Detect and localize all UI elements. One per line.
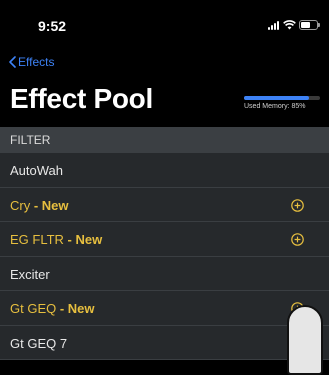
battery-icon xyxy=(299,20,320,30)
status-bar: 9:52 xyxy=(0,0,329,46)
section-header-label: FILTER xyxy=(10,133,51,147)
back-label: Effects xyxy=(18,55,55,69)
plus-circle-icon[interactable] xyxy=(291,233,304,246)
list-item[interactable]: AutoWah xyxy=(0,153,329,188)
touch-finger-indicator xyxy=(287,305,323,375)
effect-name: Gt GEQ - New xyxy=(10,301,95,316)
effect-name-text: Cry xyxy=(10,197,31,213)
status-time: 9:52 xyxy=(38,18,67,34)
effect-name-text: Exciter xyxy=(10,266,50,282)
effect-name: Cry - New xyxy=(10,198,69,213)
chevron-left-icon xyxy=(9,56,16,68)
effect-name-text: Gt GEQ 7 xyxy=(10,335,68,351)
memory-label: Used Memory: 85% xyxy=(244,103,306,110)
plus-circle-icon[interactable] xyxy=(291,198,304,212)
wifi-icon xyxy=(283,20,296,30)
cellular-signal-icon xyxy=(268,21,281,30)
effect-name-text: EG FLTR xyxy=(10,232,64,247)
memory-bar xyxy=(244,96,320,100)
new-badge: - New xyxy=(56,301,95,316)
memory-bar-fill xyxy=(244,96,309,100)
back-button[interactable]: Effects xyxy=(9,55,54,69)
effect-name-text: AutoWah xyxy=(10,163,63,178)
effect-name: AutoWah xyxy=(10,163,63,178)
effect-name: EG FLTR - New xyxy=(10,232,102,247)
section-header-filter: FILTER xyxy=(0,127,329,153)
list-item[interactable]: Gt GEQ - New xyxy=(0,291,329,326)
effect-list: AutoWah Cry - New EG FLTR - New Exciter Gt G… xyxy=(0,153,329,360)
page-title: Effect Pool xyxy=(10,83,153,114)
effect-name: Exciter xyxy=(10,267,50,282)
new-badge: - New xyxy=(30,197,69,213)
memory-meter: Used Memory: 85% xyxy=(244,96,320,110)
new-badge: - New xyxy=(63,232,103,247)
list-item[interactable]: Cry - New xyxy=(0,187,329,222)
list-item[interactable]: EG FLTR - New xyxy=(0,222,329,257)
effect-name-text: Gt GEQ xyxy=(10,301,57,316)
list-item[interactable]: Gt GEQ 7 xyxy=(0,325,329,360)
effect-name: Gt GEQ 7 xyxy=(10,336,67,351)
list-item[interactable]: Exciter xyxy=(0,256,329,291)
